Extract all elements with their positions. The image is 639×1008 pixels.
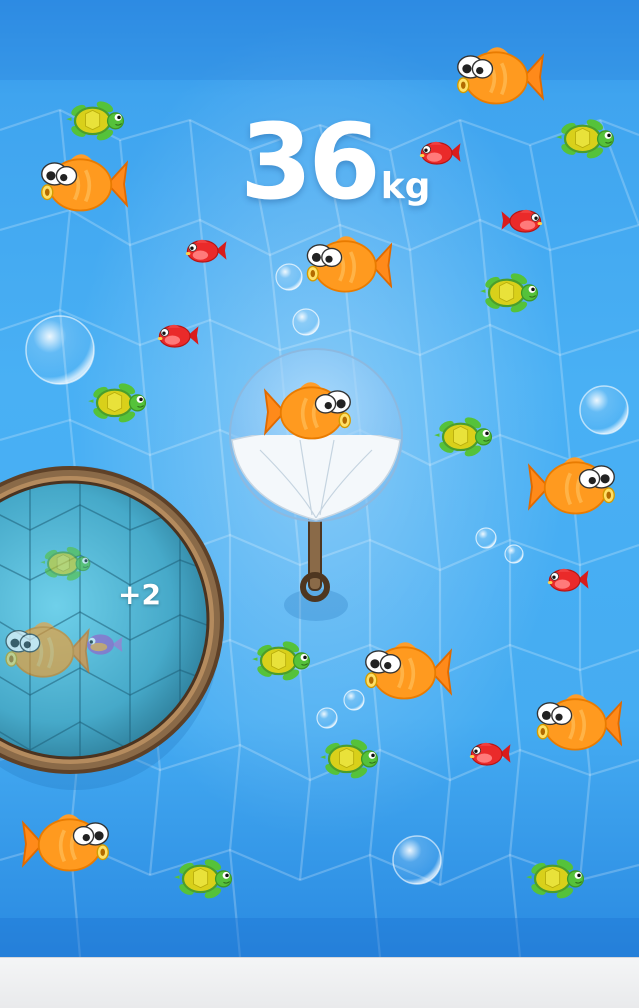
bucket-icon[interactable] [0,466,224,790]
goldfish-icon[interactable] [22,812,111,873]
red-fish-icon[interactable] [185,239,228,263]
bubble-icon [392,835,442,885]
goldfish-icon[interactable] [535,692,622,752]
fishing-net-icon[interactable] [229,348,403,621]
red-fish-icon[interactable] [469,742,512,766]
bubble-icon [343,689,365,711]
score-value: 36 [240,101,381,223]
bottom-bar [0,957,639,1008]
red-fish-icon[interactable] [500,209,543,233]
bubble-icon [292,308,320,336]
score-unit: kg [380,166,431,207]
weight-score: 36 kg [240,92,430,232]
red-fish-icon[interactable] [547,568,590,592]
bottom-wall [0,918,639,957]
goldfish-icon[interactable] [39,152,128,213]
bubble-icon [504,544,524,564]
bubble-icon [25,315,95,385]
sea-turtle-icon[interactable] [556,116,615,161]
bubble-icon [579,385,629,435]
sea-turtle-icon[interactable] [320,736,379,781]
sea-turtle-icon[interactable] [88,380,147,425]
pool-water[interactable]: 36 kg +2 [0,0,639,957]
bubble-icon [475,527,497,549]
bubble-icon [316,707,338,729]
sea-turtle-icon[interactable] [66,98,125,143]
goldfish-icon[interactable] [528,455,617,516]
red-fish-icon[interactable] [157,324,200,348]
goldfish-icon[interactable] [305,234,392,294]
goldfish-icon[interactable] [363,640,452,701]
top-wall [0,0,639,80]
bucket-catch-count: +2 [118,578,161,611]
bubble-icon [275,263,303,291]
